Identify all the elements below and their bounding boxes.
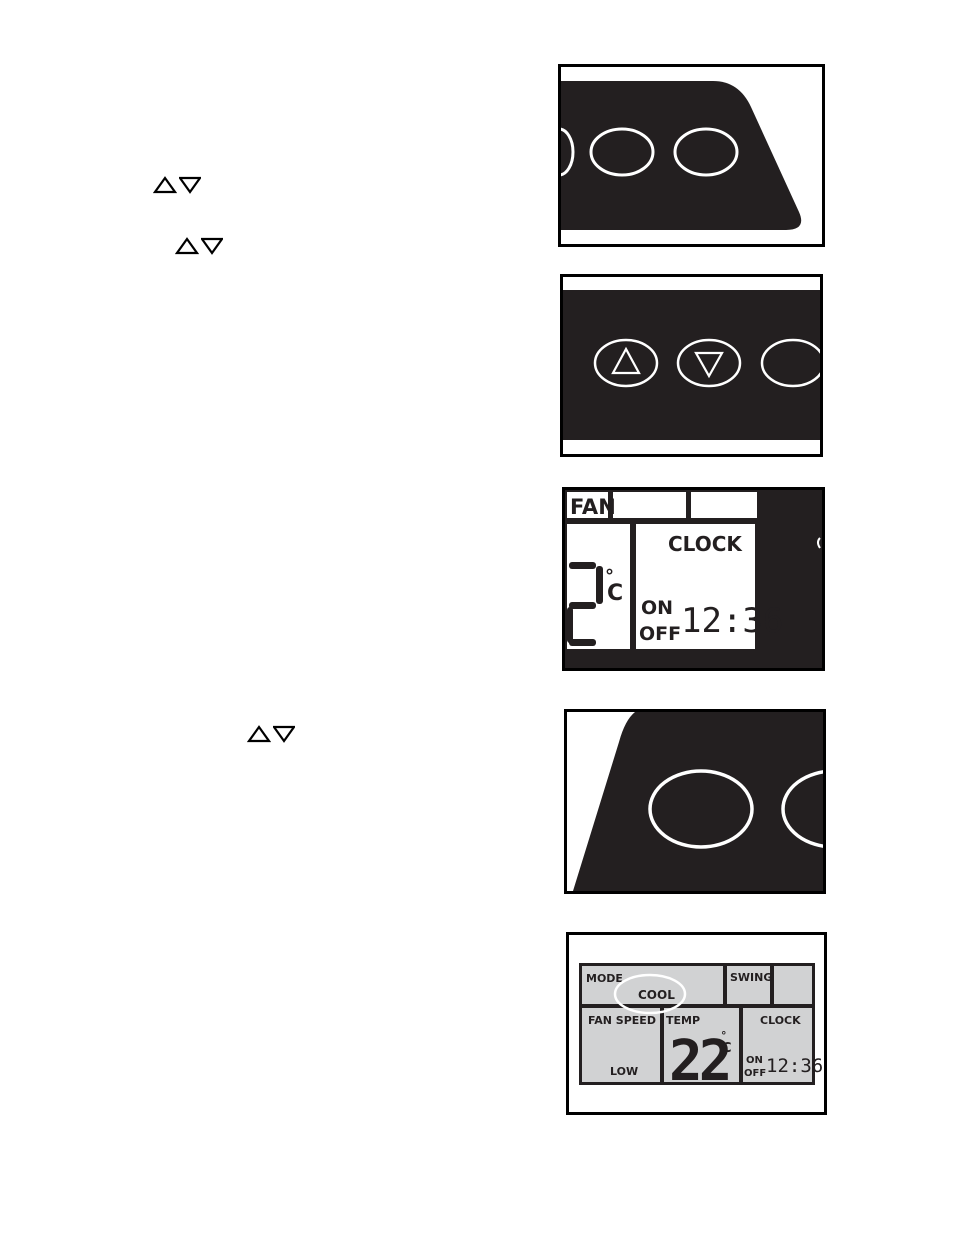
off-label: OFF: [639, 623, 681, 645]
on-label: ON: [746, 1055, 763, 1066]
fan-speed-value: LOW: [610, 1065, 638, 1078]
up-down-arrows-3: [247, 725, 295, 743]
clock-time: 12:36: [766, 1055, 823, 1077]
control-panel-body: [563, 290, 820, 440]
figure-lcd-full-display: MODE COOL SWING FAN SPEED LOW TEMP 22 ° …: [566, 932, 827, 1115]
swing-label: SWING: [730, 971, 772, 984]
clock-label: CLOCK: [760, 1014, 801, 1027]
temp-value: 22: [669, 1029, 729, 1094]
temp-label: TEMP: [666, 1014, 700, 1027]
up-down-arrows-2: [175, 237, 223, 255]
figure-lcd-clock: FAN ° C CLOCK ON OFF 12:36: [562, 487, 825, 671]
off-label: OFF: [744, 1068, 766, 1079]
figure-panel-right-end: [558, 64, 825, 247]
control-panel-body: [561, 81, 802, 230]
celsius-unit: C: [607, 581, 623, 606]
fan-speed-label: FAN SPEED: [588, 1014, 656, 1027]
mode-value: COOL: [638, 988, 675, 1002]
celsius-unit: C: [722, 1041, 732, 1056]
mode-label: MODE: [586, 972, 623, 985]
down-triangle-icon: [273, 725, 295, 743]
up-triangle-icon: [247, 725, 271, 743]
fan-label: FAN: [570, 495, 616, 519]
up-triangle-icon: [175, 237, 199, 255]
down-triangle-icon: [201, 237, 223, 255]
figure-panel-left-end: [564, 709, 826, 894]
figure-up-down-buttons: [560, 274, 823, 457]
lcd-display: MODE COOL SWING FAN SPEED LOW TEMP 22 ° …: [579, 963, 823, 1094]
down-triangle-icon: [179, 176, 201, 194]
on-label: ON: [641, 597, 673, 619]
clock-label: CLOCK: [668, 532, 743, 556]
up-triangle-icon: [153, 176, 177, 194]
clock-time: 12:36: [681, 601, 783, 641]
up-down-arrows-1: [153, 176, 201, 194]
